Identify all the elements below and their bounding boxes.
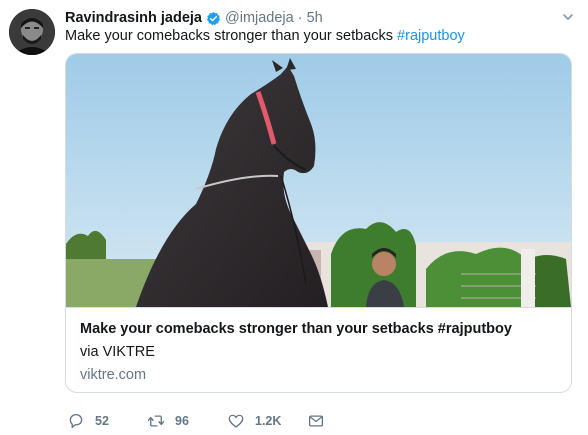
tweet-header: Ravindrasinh jadeja @imjadeja · 5h xyxy=(65,8,323,28)
retweet-button[interactable]: 96 xyxy=(147,412,189,430)
envelope-icon xyxy=(307,412,325,430)
chevron-down-icon[interactable] xyxy=(562,11,574,23)
link-card[interactable]: Make your comebacks stronger than your s… xyxy=(65,53,572,393)
card-title[interactable]: Make your comebacks stronger than your s… xyxy=(80,321,512,337)
card-description: via VIKTRE xyxy=(80,344,155,360)
reply-button[interactable]: 52 xyxy=(67,412,109,430)
tweet-text-body: Make your comebacks stronger than your s… xyxy=(65,28,398,44)
author-handle[interactable]: @imjadeja xyxy=(225,10,294,26)
retweet-icon xyxy=(147,412,165,430)
card-image[interactable] xyxy=(66,54,571,307)
like-count: 1.2K xyxy=(255,414,282,428)
tweet[interactable]: Ravindrasinh jadeja @imjadeja · 5h Make … xyxy=(0,0,588,435)
like-button[interactable]: 1.2K xyxy=(227,412,281,430)
separator-dot: · xyxy=(297,10,303,26)
card-domain: viktre.com xyxy=(80,367,147,383)
heart-icon xyxy=(227,412,245,430)
reply-icon xyxy=(67,412,85,430)
tweet-text: Make your comebacks stronger than your s… xyxy=(65,27,465,45)
tweet-actions: 52 96 1.2K xyxy=(65,412,365,430)
author-name[interactable]: Ravindrasinh jadeja xyxy=(65,10,202,26)
reply-count: 52 xyxy=(95,414,109,428)
direct-message-button[interactable] xyxy=(307,412,325,430)
timestamp[interactable]: 5h xyxy=(307,10,323,26)
hashtag-link[interactable]: #rajputboy xyxy=(397,28,465,44)
retweet-count: 96 xyxy=(175,414,189,428)
avatar[interactable] xyxy=(9,9,55,55)
card-body[interactable]: Make your comebacks stronger than your s… xyxy=(66,307,571,392)
verified-badge-icon xyxy=(206,11,221,26)
